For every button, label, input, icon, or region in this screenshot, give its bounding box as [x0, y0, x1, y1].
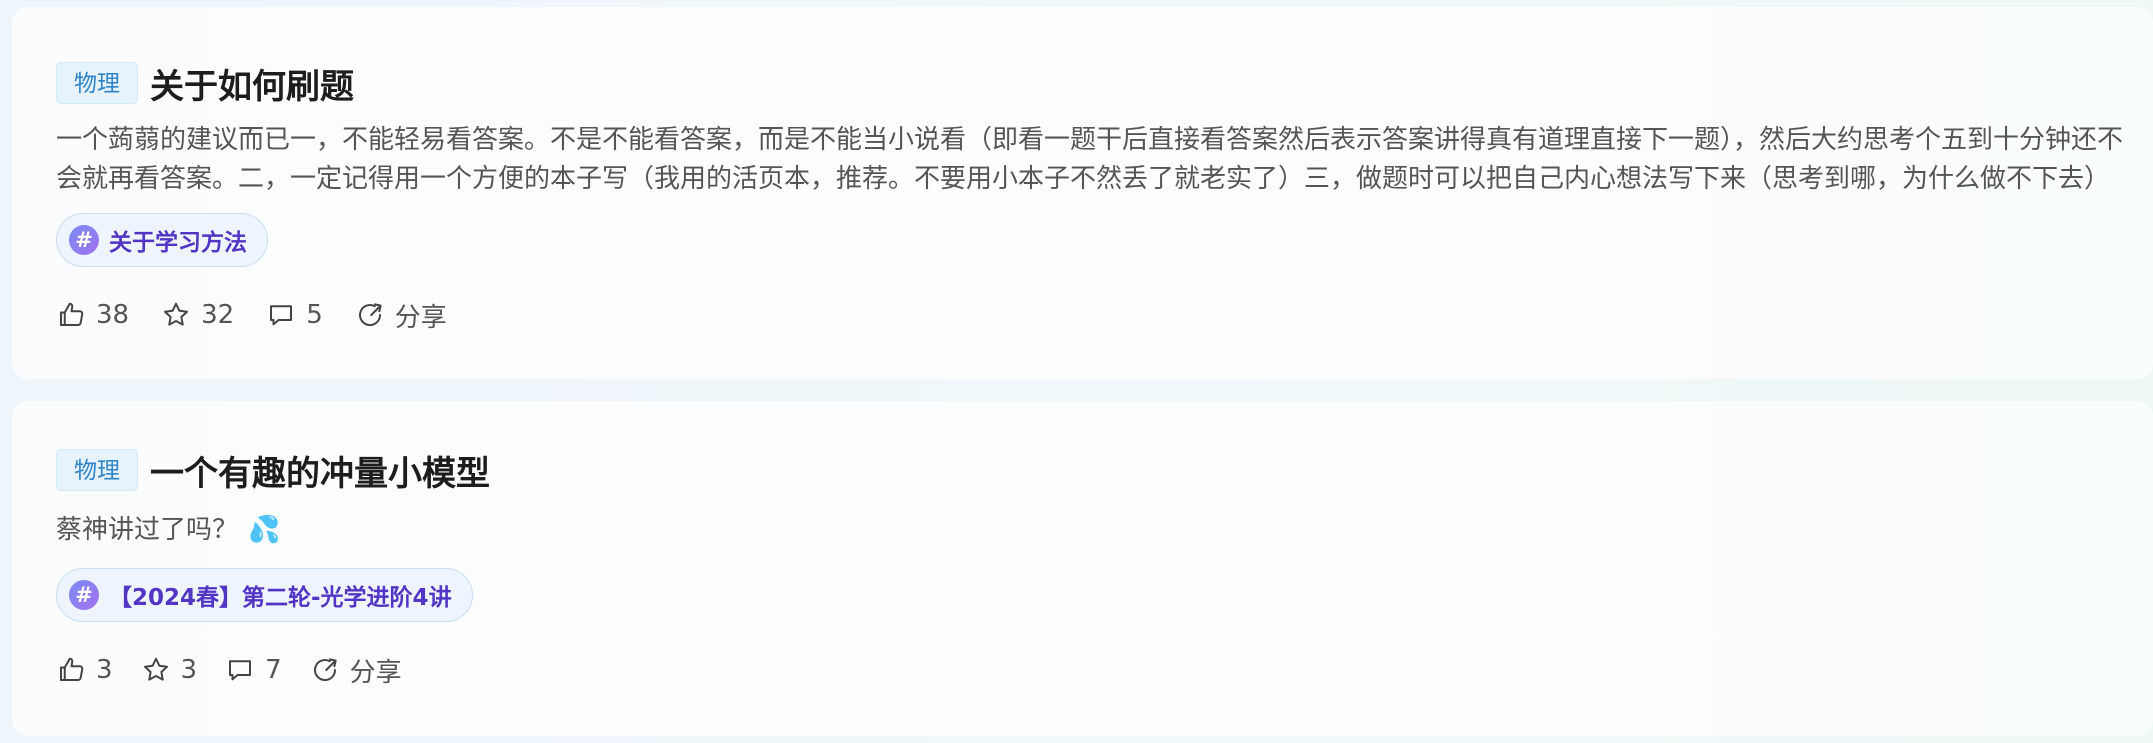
share-button[interactable]: 分享: [310, 652, 402, 689]
post-excerpt[interactable]: 一个蒟蒻的建议而已一，不能轻易看答案。不是不能看答案，而是不能当小说看（即看一题…: [56, 121, 2128, 199]
comment-button[interactable]: 5: [266, 300, 323, 330]
share-icon: [358, 303, 382, 327]
star-icon: [164, 302, 189, 326]
star-count: 32: [201, 300, 235, 330]
comment-bubble-icon: [229, 660, 252, 681]
thumbs-up-icon: [60, 302, 84, 326]
topic-chip[interactable]: # 【2024春】第二轮-光学进阶4讲: [56, 568, 473, 622]
comment-count: 5: [306, 300, 323, 330]
post-title-row: 物理 一个有趣的冲量小模型: [56, 449, 490, 494]
star-count: 3: [180, 655, 198, 685]
comment-button[interactable]: 7: [225, 655, 282, 685]
subject-badge[interactable]: 物理: [56, 449, 138, 491]
post-title[interactable]: 一个有趣的冲量小模型: [150, 446, 490, 495]
share-label: 分享: [349, 657, 402, 688]
share-button[interactable]: 分享: [355, 297, 447, 334]
post-excerpt-text: 蔡神讲过了吗？: [56, 515, 239, 545]
post-title[interactable]: 关于如何刷题: [150, 59, 354, 108]
like-button[interactable]: 3: [56, 655, 113, 685]
post-feed: 物理 关于如何刷题 一个蒟蒻的建议而已一，不能轻易看答案。不是不能看答案，而是不…: [0, 0, 2153, 743]
star-button[interactable]: 3: [141, 655, 198, 685]
star-icon: [143, 657, 168, 681]
share-icon: [313, 658, 337, 682]
hash-icon: #: [69, 580, 99, 610]
share-label: 分享: [394, 302, 447, 333]
post-card[interactable]: 物理 一个有趣的冲量小模型 蔡神讲过了吗？ 💦 # 【2024春】第二轮-光学进阶…: [12, 401, 2153, 736]
topic-chip[interactable]: # 关于学习方法: [56, 213, 268, 267]
post-actions: 3 3 7 分享: [56, 650, 430, 690]
comment-count: 7: [265, 655, 282, 685]
star-button[interactable]: 32: [161, 300, 234, 330]
topic-label: 关于学习方法: [109, 230, 247, 256]
hash-icon: #: [69, 225, 99, 255]
post-title-row: 物理 关于如何刷题: [56, 62, 354, 107]
post-card[interactable]: 物理 关于如何刷题 一个蒟蒻的建议而已一，不能轻易看答案。不是不能看答案，而是不…: [12, 7, 2153, 379]
like-count: 3: [96, 655, 113, 685]
like-button[interactable]: 38: [56, 300, 129, 330]
post-actions: 38 32 5 分享: [56, 295, 479, 335]
comment-bubble-icon: [270, 305, 293, 326]
sweat-droplets-emoji: 💦: [248, 515, 281, 545]
subject-badge[interactable]: 物理: [56, 62, 138, 104]
thumbs-up-icon: [60, 657, 84, 681]
topic-label: 【2024春】第二轮-光学进阶4讲: [109, 585, 452, 611]
like-count: 38: [96, 300, 130, 330]
post-excerpt[interactable]: 蔡神讲过了吗？ 💦: [56, 511, 2128, 550]
